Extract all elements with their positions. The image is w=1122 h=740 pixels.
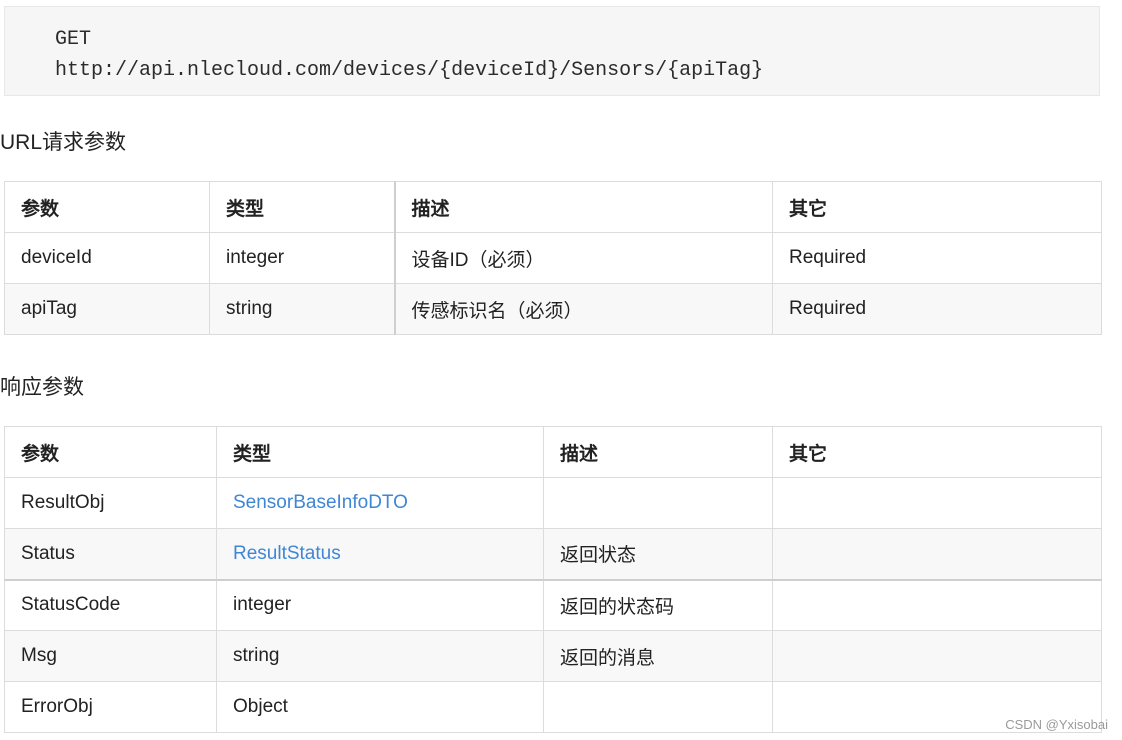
cell-desc: 返回的状态码 bbox=[543, 578, 773, 631]
url-params-table: 参数 类型 描述 其它 deviceId integer 设备ID（必须） Re… bbox=[4, 181, 1102, 335]
cell-type: SensorBaseInfoDTO bbox=[216, 477, 544, 529]
header-desc: 描述 bbox=[393, 181, 773, 233]
header-type: 类型 bbox=[209, 181, 395, 233]
header-other: 其它 bbox=[772, 181, 1102, 233]
cell-other: Required bbox=[772, 232, 1102, 284]
header-desc: 描述 bbox=[543, 426, 773, 478]
sensor-base-info-link[interactable]: SensorBaseInfoDTO bbox=[233, 492, 408, 513]
cell-type: Object bbox=[216, 681, 544, 733]
cell-param: ErrorObj bbox=[4, 681, 217, 733]
result-status-link[interactable]: ResultStatus bbox=[233, 543, 341, 564]
cell-desc: 返回的消息 bbox=[543, 630, 773, 682]
cell-desc: 设备ID（必须） bbox=[393, 232, 773, 284]
table-row: StatusCode integer 返回的状态码 bbox=[4, 578, 1102, 631]
cell-desc: 返回状态 bbox=[543, 528, 773, 580]
cell-type: integer bbox=[216, 578, 544, 631]
cell-param: deviceId bbox=[4, 232, 210, 284]
code-block: GET http://api.nlecloud.com/devices/{dev… bbox=[4, 6, 1100, 96]
cell-other bbox=[772, 528, 1102, 580]
response-params-title: 响应参数 bbox=[0, 376, 84, 399]
cell-other bbox=[772, 630, 1102, 682]
code-url: http://api.nlecloud.com/devices/{deviceI… bbox=[55, 59, 764, 82]
cell-desc: 传感标识名（必须） bbox=[393, 283, 773, 335]
cell-other bbox=[772, 578, 1102, 631]
header-param: 参数 bbox=[4, 426, 217, 478]
cell-type: integer bbox=[209, 232, 395, 284]
cell-desc bbox=[543, 477, 773, 529]
page: GET http://api.nlecloud.com/devices/{dev… bbox=[0, 0, 1122, 740]
header-other: 其它 bbox=[772, 426, 1102, 478]
cell-type: string bbox=[216, 630, 544, 682]
cell-desc bbox=[543, 681, 773, 733]
cell-param: ResultObj bbox=[4, 477, 217, 529]
cell-type: ResultStatus bbox=[216, 528, 544, 580]
cell-other: Required bbox=[772, 283, 1102, 335]
cell-param: Msg bbox=[4, 630, 217, 682]
cell-param: apiTag bbox=[4, 283, 210, 335]
table-header-row: 参数 类型 描述 其它 bbox=[4, 181, 1102, 233]
table-row: deviceId integer 设备ID（必须） Required bbox=[4, 232, 1102, 284]
code-method: GET bbox=[55, 28, 92, 51]
cell-param: StatusCode bbox=[4, 578, 217, 631]
table-row: apiTag string 传感标识名（必须） Required bbox=[4, 283, 1102, 335]
cell-param: Status bbox=[4, 528, 217, 580]
table-row: Status ResultStatus 返回状态 bbox=[4, 528, 1102, 580]
header-param: 参数 bbox=[4, 181, 210, 233]
table-row: ErrorObj Object bbox=[4, 681, 1102, 733]
watermark: CSDN @Yxisobai bbox=[1005, 717, 1108, 732]
table-header-row: 参数 类型 描述 其它 bbox=[4, 426, 1102, 478]
header-type: 类型 bbox=[216, 426, 544, 478]
table-row: ResultObj SensorBaseInfoDTO bbox=[4, 477, 1102, 529]
url-params-title: URL请求参数 bbox=[0, 131, 127, 154]
response-params-table: 参数 类型 描述 其它 ResultObj SensorBaseInfoDTO … bbox=[4, 426, 1102, 733]
table-row: Msg string 返回的消息 bbox=[4, 630, 1102, 682]
cell-type: string bbox=[209, 283, 395, 335]
cell-other bbox=[772, 477, 1102, 529]
